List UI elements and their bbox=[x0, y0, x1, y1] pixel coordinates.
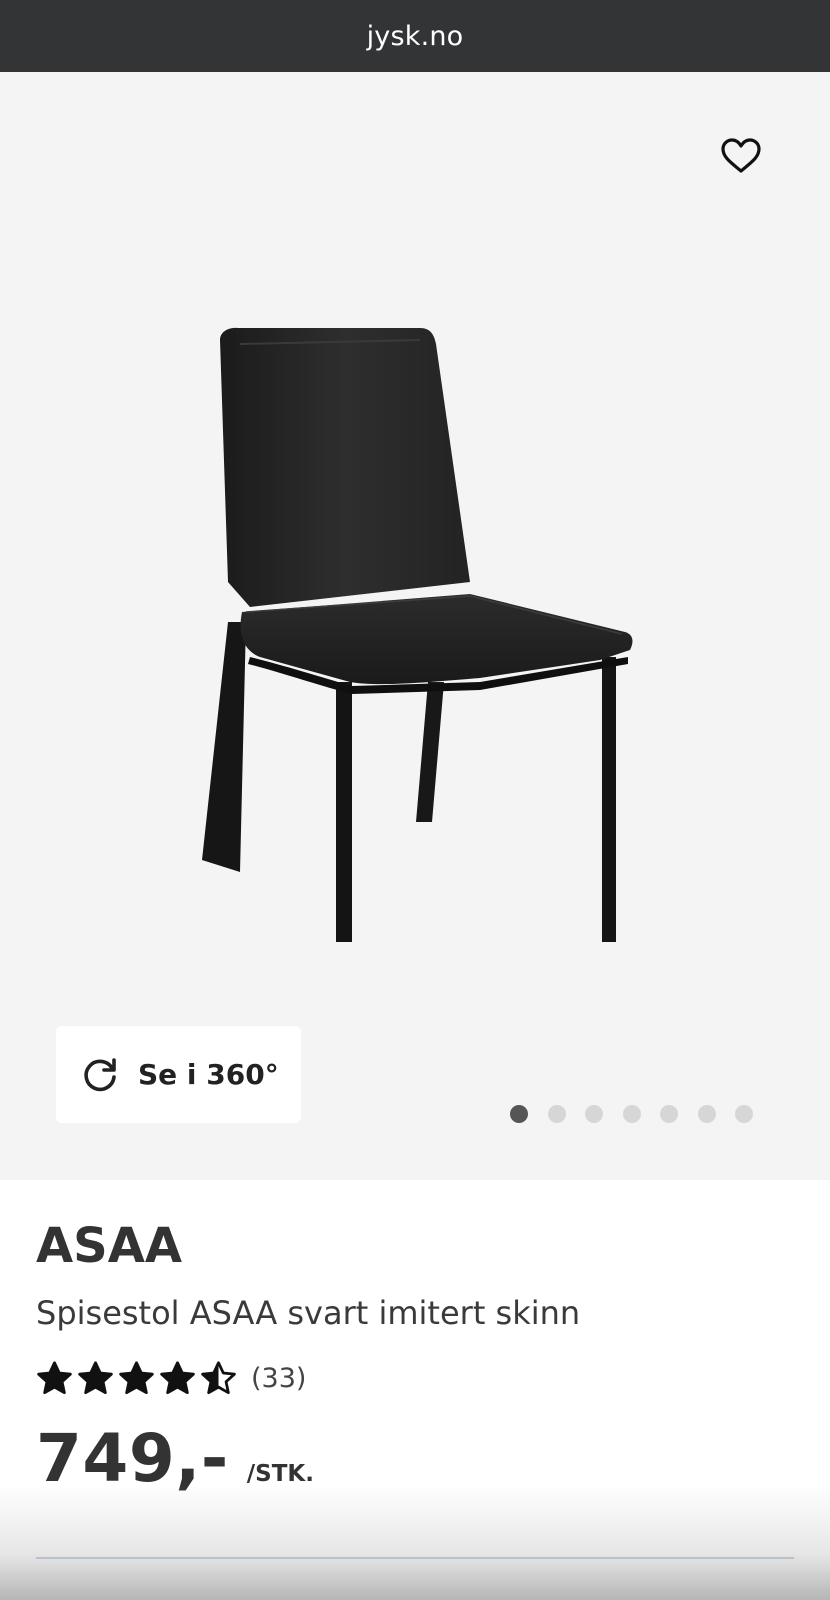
view-360-button[interactable]: Se i 360° bbox=[56, 1026, 301, 1123]
gallery-dot[interactable] bbox=[735, 1105, 753, 1123]
product-image bbox=[202, 327, 633, 942]
price-unit: /STK. bbox=[246, 1461, 314, 1487]
heart-outline-icon bbox=[721, 138, 761, 173]
view-360-label: Se i 360° bbox=[138, 1058, 279, 1091]
star-filled-icon bbox=[78, 1361, 113, 1395]
section-divider bbox=[36, 1557, 794, 1559]
review-count: (33) bbox=[251, 1363, 307, 1394]
rotate-360-icon bbox=[80, 1055, 120, 1095]
product-name: Spisestol ASAA svart imitert skinn bbox=[36, 1294, 581, 1332]
gallery-dot[interactable] bbox=[622, 1105, 641, 1123]
gallery-dot[interactable] bbox=[585, 1105, 603, 1123]
product-rating[interactable]: (33) bbox=[36, 1360, 306, 1397]
gallery-pagination bbox=[510, 1105, 753, 1123]
star-filled-icon bbox=[160, 1361, 195, 1395]
favorite-button[interactable] bbox=[717, 132, 765, 180]
star-filled-icon bbox=[37, 1361, 72, 1395]
gallery-dot[interactable] bbox=[510, 1105, 528, 1123]
url-text: jysk.no bbox=[366, 20, 464, 52]
product-gallery[interactable]: Se i 360° bbox=[0, 72, 830, 1180]
gallery-dot[interactable] bbox=[660, 1105, 678, 1123]
gallery-dot[interactable] bbox=[697, 1105, 716, 1123]
star-filled-icon bbox=[119, 1361, 154, 1395]
star-half-icon bbox=[201, 1361, 236, 1395]
rating-stars bbox=[36, 1360, 237, 1397]
gallery-dot[interactable] bbox=[547, 1105, 566, 1123]
browser-url-bar[interactable]: jysk.no bbox=[0, 0, 830, 72]
bottom-fade bbox=[0, 1485, 830, 1600]
product-brand: ASAA bbox=[36, 1218, 183, 1274]
